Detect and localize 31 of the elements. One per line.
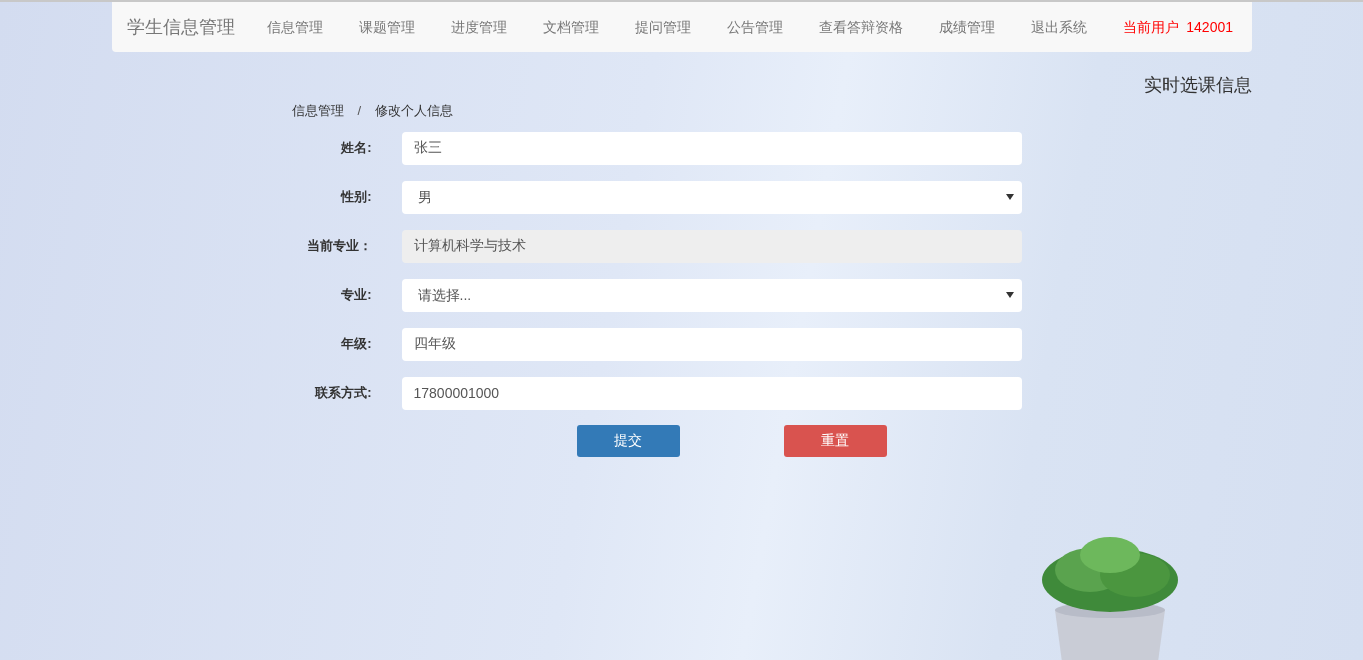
brand-title[interactable]: 学生信息管理 [126, 13, 235, 41]
field-label: 当前专业： [306, 237, 372, 256]
nav-link[interactable]: 查看答辩资格 [800, 16, 921, 38]
breadcrumb-current: 修改个人信息 [375, 102, 454, 120]
nav-link[interactable]: 成绩管理 [920, 16, 1013, 38]
text-input-field[interactable]: 四年级 [401, 327, 1022, 361]
nav-link[interactable]: 课题管理 [340, 16, 433, 38]
field-label: 联系方式: [315, 384, 372, 403]
dropdown-caret-icon [1005, 194, 1014, 200]
nav-link[interactable]: 文档管理 [524, 16, 617, 38]
section-title: 实时选课信息 [1143, 74, 1252, 97]
field-label: 姓名: [341, 139, 372, 158]
field-label: 年级: [341, 335, 372, 354]
select-field[interactable]: 请选择... [401, 278, 1022, 312]
nav-link[interactable]: 进度管理 [432, 16, 525, 38]
dropdown-caret-icon [1005, 292, 1014, 298]
field-label: 性别: [341, 188, 372, 207]
text-input-field[interactable]: 17800001000 [401, 376, 1022, 410]
nav-link[interactable]: 退出系统 [1012, 16, 1105, 38]
nav-link[interactable]: 信息管理 [248, 16, 341, 38]
field-label: 专业: [341, 286, 372, 305]
reset-button[interactable]: 重置 [783, 424, 887, 457]
submit-button[interactable]: 提交 [576, 424, 680, 457]
breadcrumb-separator: / [357, 102, 362, 120]
breadcrumb-link[interactable]: 信息管理 [291, 101, 344, 121]
text-input-field[interactable]: 张三 [401, 131, 1022, 165]
current-user-label[interactable]: 当前用户 142001 [1104, 16, 1251, 38]
nav-link[interactable]: 提问管理 [616, 16, 709, 38]
nav-link[interactable]: 公告管理 [708, 16, 801, 38]
select-field[interactable]: 男 [401, 180, 1022, 214]
readonly-input-field[interactable]: 计算机科学与技术 [401, 229, 1022, 263]
